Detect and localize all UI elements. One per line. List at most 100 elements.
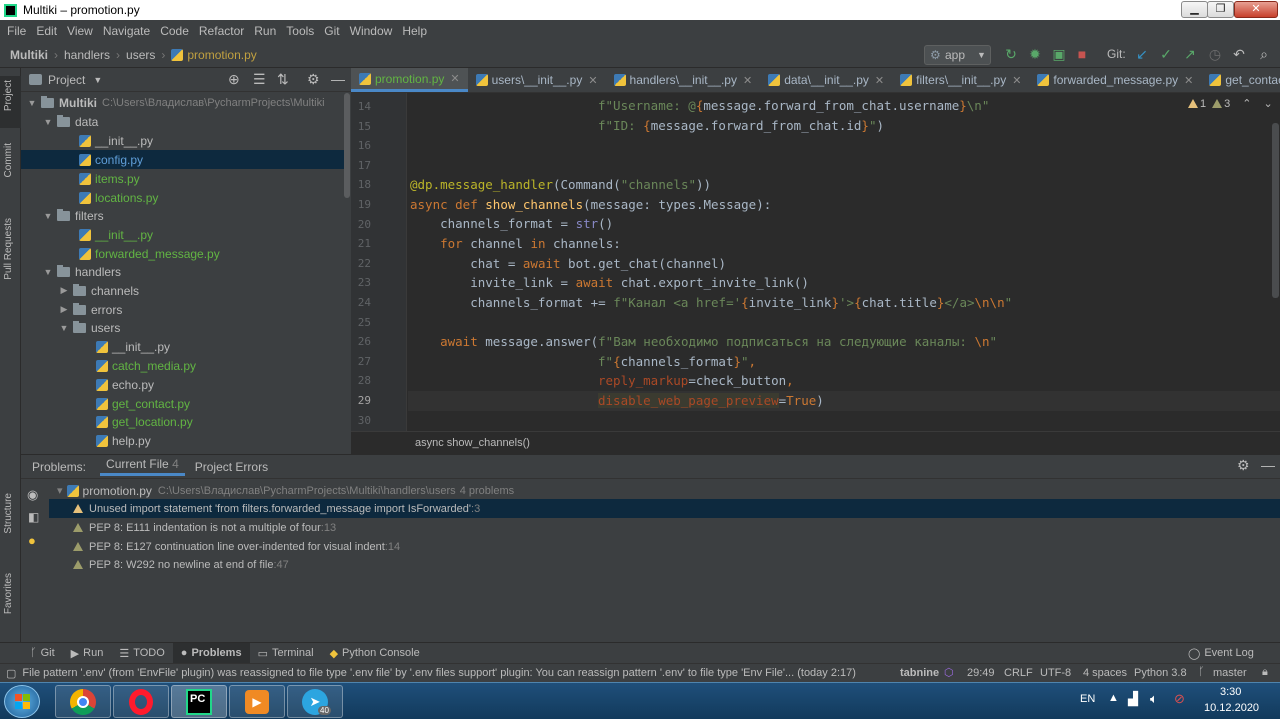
problem-row[interactable]: PEP 8: W292 no newline at end of file :4… [73, 555, 289, 574]
code-editor[interactable]: 14 15 16 17 18 19 20 21 22 23 24 25 26 27 28 29 30 f"Use… [351, 93, 1280, 431]
structure-tool-tab[interactable]: Structure [3, 493, 14, 534]
menu-refactor[interactable]: Refactor [194, 24, 249, 38]
project-tool-tab[interactable]: Project [3, 80, 14, 111]
file-encoding[interactable]: UTF-8 [1040, 667, 1071, 679]
git-push-icon[interactable]: ↗ [1182, 46, 1198, 62]
rollback-icon[interactable]: ↶ [1231, 46, 1247, 62]
status-message[interactable]: File pattern '.env' (from 'EnvFile' plug… [22, 667, 902, 679]
close-icon[interactable]: ✕ [875, 74, 884, 87]
tab-forwarded-message[interactable]: forwarded_message.py ✕ [1029, 68, 1201, 92]
stop-icon[interactable]: ■ [1074, 46, 1090, 62]
tab-users-init[interactable]: users\__init__.py ✕ [468, 68, 606, 92]
editor-scrollbar[interactable] [1272, 123, 1279, 298]
tree-folder-errors[interactable]: ▶ errors [59, 300, 122, 319]
tree-folder-channels[interactable]: ▶ channels [59, 281, 139, 300]
menu-window[interactable]: Window [345, 24, 398, 38]
problems-tool-button[interactable]: ● Problems [172, 643, 250, 663]
menu-navigate[interactable]: Navigate [98, 24, 155, 38]
tab-current-file[interactable]: Current File 4 [100, 457, 185, 476]
caret-position[interactable]: 29:49 [967, 667, 995, 679]
run-tool-button[interactable]: ▶ Run [63, 647, 112, 660]
hide-panel-icon[interactable]: — [1261, 457, 1275, 473]
commit-tool-tab[interactable]: Commit [3, 143, 14, 177]
chevron-up-icon[interactable]: ▲ [1108, 692, 1119, 704]
tree-file[interactable]: forwarded_message.py [79, 244, 220, 263]
python-console-tool-button[interactable]: ◆ Python Console [322, 647, 428, 660]
tree-file[interactable]: echo.py [96, 375, 154, 394]
gear-icon[interactable]: ⚙ [1237, 457, 1250, 474]
menu-code[interactable]: Code [155, 24, 194, 38]
gear-icon[interactable]: ⚙ [307, 71, 320, 88]
chevron-down-icon[interactable]: ▼ [93, 75, 102, 85]
menu-run[interactable]: Run [249, 24, 281, 38]
tree-file[interactable]: items.py [79, 169, 140, 188]
breadcrumb-project[interactable]: Multiki [0, 48, 48, 62]
tree-folder-users[interactable]: ▼ users [59, 318, 120, 337]
tree-file-selected[interactable]: config.py [21, 150, 344, 169]
tree-folder-filters[interactable]: ▼ filters [43, 206, 104, 225]
run-configuration-select[interactable]: ⚙ app ▼ [924, 45, 991, 65]
favorites-tool-tab[interactable]: Favorites [3, 573, 14, 614]
tree-file[interactable]: get_location.py [96, 412, 193, 431]
menu-file[interactable]: File [2, 24, 31, 38]
tab-project-errors[interactable]: Project Errors [189, 460, 274, 474]
interpreter[interactable]: Python 3.8 [1134, 667, 1187, 679]
problem-row[interactable]: PEP 8: E111 indentation is not a multipl… [73, 518, 336, 537]
locate-icon[interactable]: ⊕ [228, 71, 240, 88]
event-log-button[interactable]: ◯ Event Log [1180, 647, 1262, 660]
preview-icon[interactable]: ◧ [28, 510, 39, 524]
close-icon[interactable]: ✕ [588, 74, 597, 87]
hide-panel-icon[interactable]: — [331, 71, 345, 87]
clock-time[interactable]: 3:30 [1220, 686, 1241, 698]
lock-icon[interactable]: 🔒︎ [1262, 666, 1268, 679]
tree-file[interactable]: __init__.py [79, 131, 153, 150]
debug-icon[interactable]: ✹ [1027, 46, 1043, 62]
clock-date[interactable]: 10.12.2020 [1204, 702, 1259, 714]
tree-folder-data[interactable]: ▼ data [43, 112, 98, 131]
menu-help[interactable]: Help [397, 24, 432, 38]
menu-view[interactable]: View [62, 24, 98, 38]
chevron-up-icon[interactable]: ⌃ [1242, 97, 1251, 110]
language-indicator[interactable]: EN [1080, 693, 1095, 705]
media-player-taskbar-button[interactable]: ▶ [229, 685, 285, 718]
menu-edit[interactable]: Edit [31, 24, 62, 38]
indent-setting[interactable]: 4 spaces [1083, 667, 1127, 679]
eye-icon[interactable]: ◉ [27, 487, 38, 503]
menu-tools[interactable]: Tools [281, 24, 319, 38]
breadcrumb-file[interactable]: promotion.py [187, 48, 256, 62]
problem-row[interactable]: Unused import statement 'from filters.fo… [49, 499, 1280, 518]
tab-get-contact[interactable]: get_contact.py [1201, 68, 1280, 92]
git-branch[interactable]: master [1213, 667, 1247, 679]
menu-git[interactable]: Git [319, 24, 344, 38]
tree-file[interactable]: locations.py [79, 188, 158, 207]
problem-row[interactable]: PEP 8: E127 continuation line over-inden… [73, 537, 400, 556]
git-update-icon[interactable]: ↙ [1134, 46, 1150, 62]
git-commit-icon[interactable]: ✓ [1158, 46, 1174, 62]
tab-filters-init[interactable]: filters\__init__.py ✕ [892, 68, 1029, 92]
maximize-button[interactable]: ❐ [1207, 1, 1234, 18]
project-panel-title[interactable]: Project [48, 73, 85, 87]
tree-file[interactable]: get_contact.py [96, 394, 190, 413]
power-icon[interactable]: ⊘ [1174, 691, 1185, 707]
close-icon[interactable]: ✕ [1012, 74, 1021, 87]
tree-root[interactable]: ▼ Multiki C:\Users\Владислав\PycharmProj… [27, 93, 325, 112]
search-icon[interactable]: ⌕ [1256, 46, 1272, 62]
line-separator[interactable]: CRLF [1004, 667, 1033, 679]
editor-breadcrumb[interactable]: async show_channels() [351, 431, 1280, 454]
close-icon[interactable]: ✕ [1184, 74, 1193, 87]
todo-tool-button[interactable]: ☰ TODO [111, 647, 172, 660]
tab-data-init[interactable]: data\__init__.py ✕ [760, 68, 892, 92]
expand-all-icon[interactable]: ☰ [253, 71, 266, 88]
minimize-button[interactable]: ▁ [1181, 1, 1208, 18]
close-icon[interactable]: ✕ [450, 72, 459, 85]
close-button[interactable]: ✕ [1234, 1, 1278, 18]
inspection-widget[interactable]: 1 3 ⌃ ⌄ [1188, 97, 1273, 110]
project-scrollbar[interactable] [344, 93, 350, 198]
tab-handlers-init[interactable]: handlers\__init__.py ✕ [606, 68, 761, 92]
start-button[interactable] [4, 685, 40, 718]
pycharm-taskbar-button[interactable]: PC [171, 685, 227, 718]
opera-taskbar-button[interactable] [113, 685, 169, 718]
speaker-icon[interactable]: 🔈︎ [1150, 691, 1158, 707]
tree-folder-handlers[interactable]: ▼ handlers [43, 262, 121, 281]
layout-icon[interactable]: ▢ [6, 667, 16, 680]
